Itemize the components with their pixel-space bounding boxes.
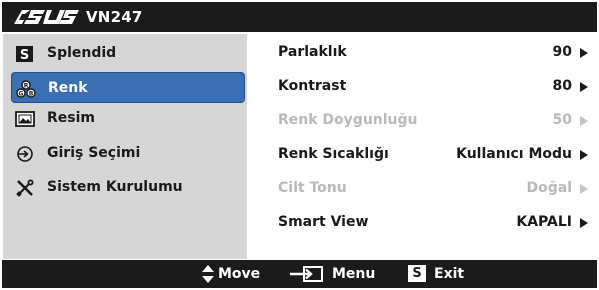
asus-logo [14, 10, 79, 24]
setting-row-renk-doygunlugu: Renk Doygunluğu 50 [278, 108, 590, 134]
sidebar-item-splendid[interactable]: S Splendid [3, 38, 247, 69]
svg-text:R: R [24, 83, 29, 90]
sidebar-item-sistem-kurulumu[interactable]: Sistem Kurulumu [3, 172, 247, 203]
picture-icon [15, 111, 35, 127]
setting-row-parlaklik[interactable]: Parlaklık 90 [278, 40, 590, 66]
svg-text:B: B [29, 91, 34, 98]
setting-row-kontrast[interactable]: Kontrast 80 [278, 74, 590, 100]
setting-value: 90 [552, 44, 572, 60]
setting-label: Kontrast [278, 78, 347, 94]
splendid-s-icon: S [16, 46, 33, 63]
chevron-right-icon [580, 150, 588, 160]
input-select-icon [17, 146, 33, 162]
model-name: VN247 [86, 8, 143, 26]
setting-value: 50 [552, 112, 572, 128]
chevron-right-icon [580, 184, 588, 194]
setting-row-renk-sicakligi[interactable]: Renk Sıcaklığı Kullanıcı Modu [278, 142, 590, 168]
sidebar-item-resim[interactable]: Resim [3, 103, 247, 134]
chevron-right-icon [580, 82, 588, 92]
setting-row-cilt-tonu: Cilt Tonu Doğal [278, 176, 590, 202]
setting-label: Smart View [278, 214, 369, 230]
key-hint-bar: Move Menu S Exit [2, 260, 597, 288]
sidebar: S Splendid R G B Renk Resim Giriş Seçimi… [3, 34, 247, 259]
settings-panel: Parlaklık 90 Kontrast 80 Renk Doygunluğu… [252, 34, 597, 259]
color-palette-icon: R G B [16, 80, 36, 98]
sidebar-item-label: Renk [48, 80, 88, 96]
setting-value: Kullanıcı Modu [456, 146, 572, 162]
svg-text:S: S [20, 48, 29, 63]
menu-enter-icon [290, 266, 323, 282]
setting-value: Doğal [526, 180, 572, 196]
sidebar-item-renk[interactable]: R G B Renk [11, 72, 245, 103]
sidebar-item-label: Resim [47, 110, 95, 126]
chevron-right-icon [580, 116, 588, 126]
exit-key-badge: S [408, 265, 426, 282]
chevron-right-icon [580, 48, 588, 58]
title-bar: VN247 [2, 2, 597, 32]
sidebar-item-giris-secimi[interactable]: Giriş Seçimi [3, 138, 247, 169]
setting-label: Parlaklık [278, 44, 347, 60]
setting-label: Renk Sıcaklığı [278, 146, 389, 162]
exit-hint: Exit [434, 266, 465, 282]
exit-s-icon: S [408, 265, 426, 282]
setting-value: 80 [552, 78, 572, 94]
chevron-right-icon [580, 218, 588, 228]
menu-hint: Menu [332, 266, 376, 282]
sidebar-item-label: Sistem Kurulumu [47, 179, 183, 195]
setting-label: Renk Doygunluğu [278, 112, 418, 128]
setting-value: KAPALI [516, 214, 572, 230]
setting-row-smart-view[interactable]: Smart View KAPALI [278, 210, 590, 236]
osd-menu: VN247 S Splendid R G B Renk Resim Giriş … [2, 2, 597, 288]
tools-icon [16, 179, 34, 197]
move-hint: Move [218, 266, 261, 282]
up-down-arrow-icon [202, 265, 214, 283]
svg-text:G: G [19, 91, 24, 98]
sidebar-item-label: Splendid [47, 45, 117, 61]
setting-label: Cilt Tonu [278, 180, 347, 196]
sidebar-item-label: Giriş Seçimi [47, 145, 141, 161]
